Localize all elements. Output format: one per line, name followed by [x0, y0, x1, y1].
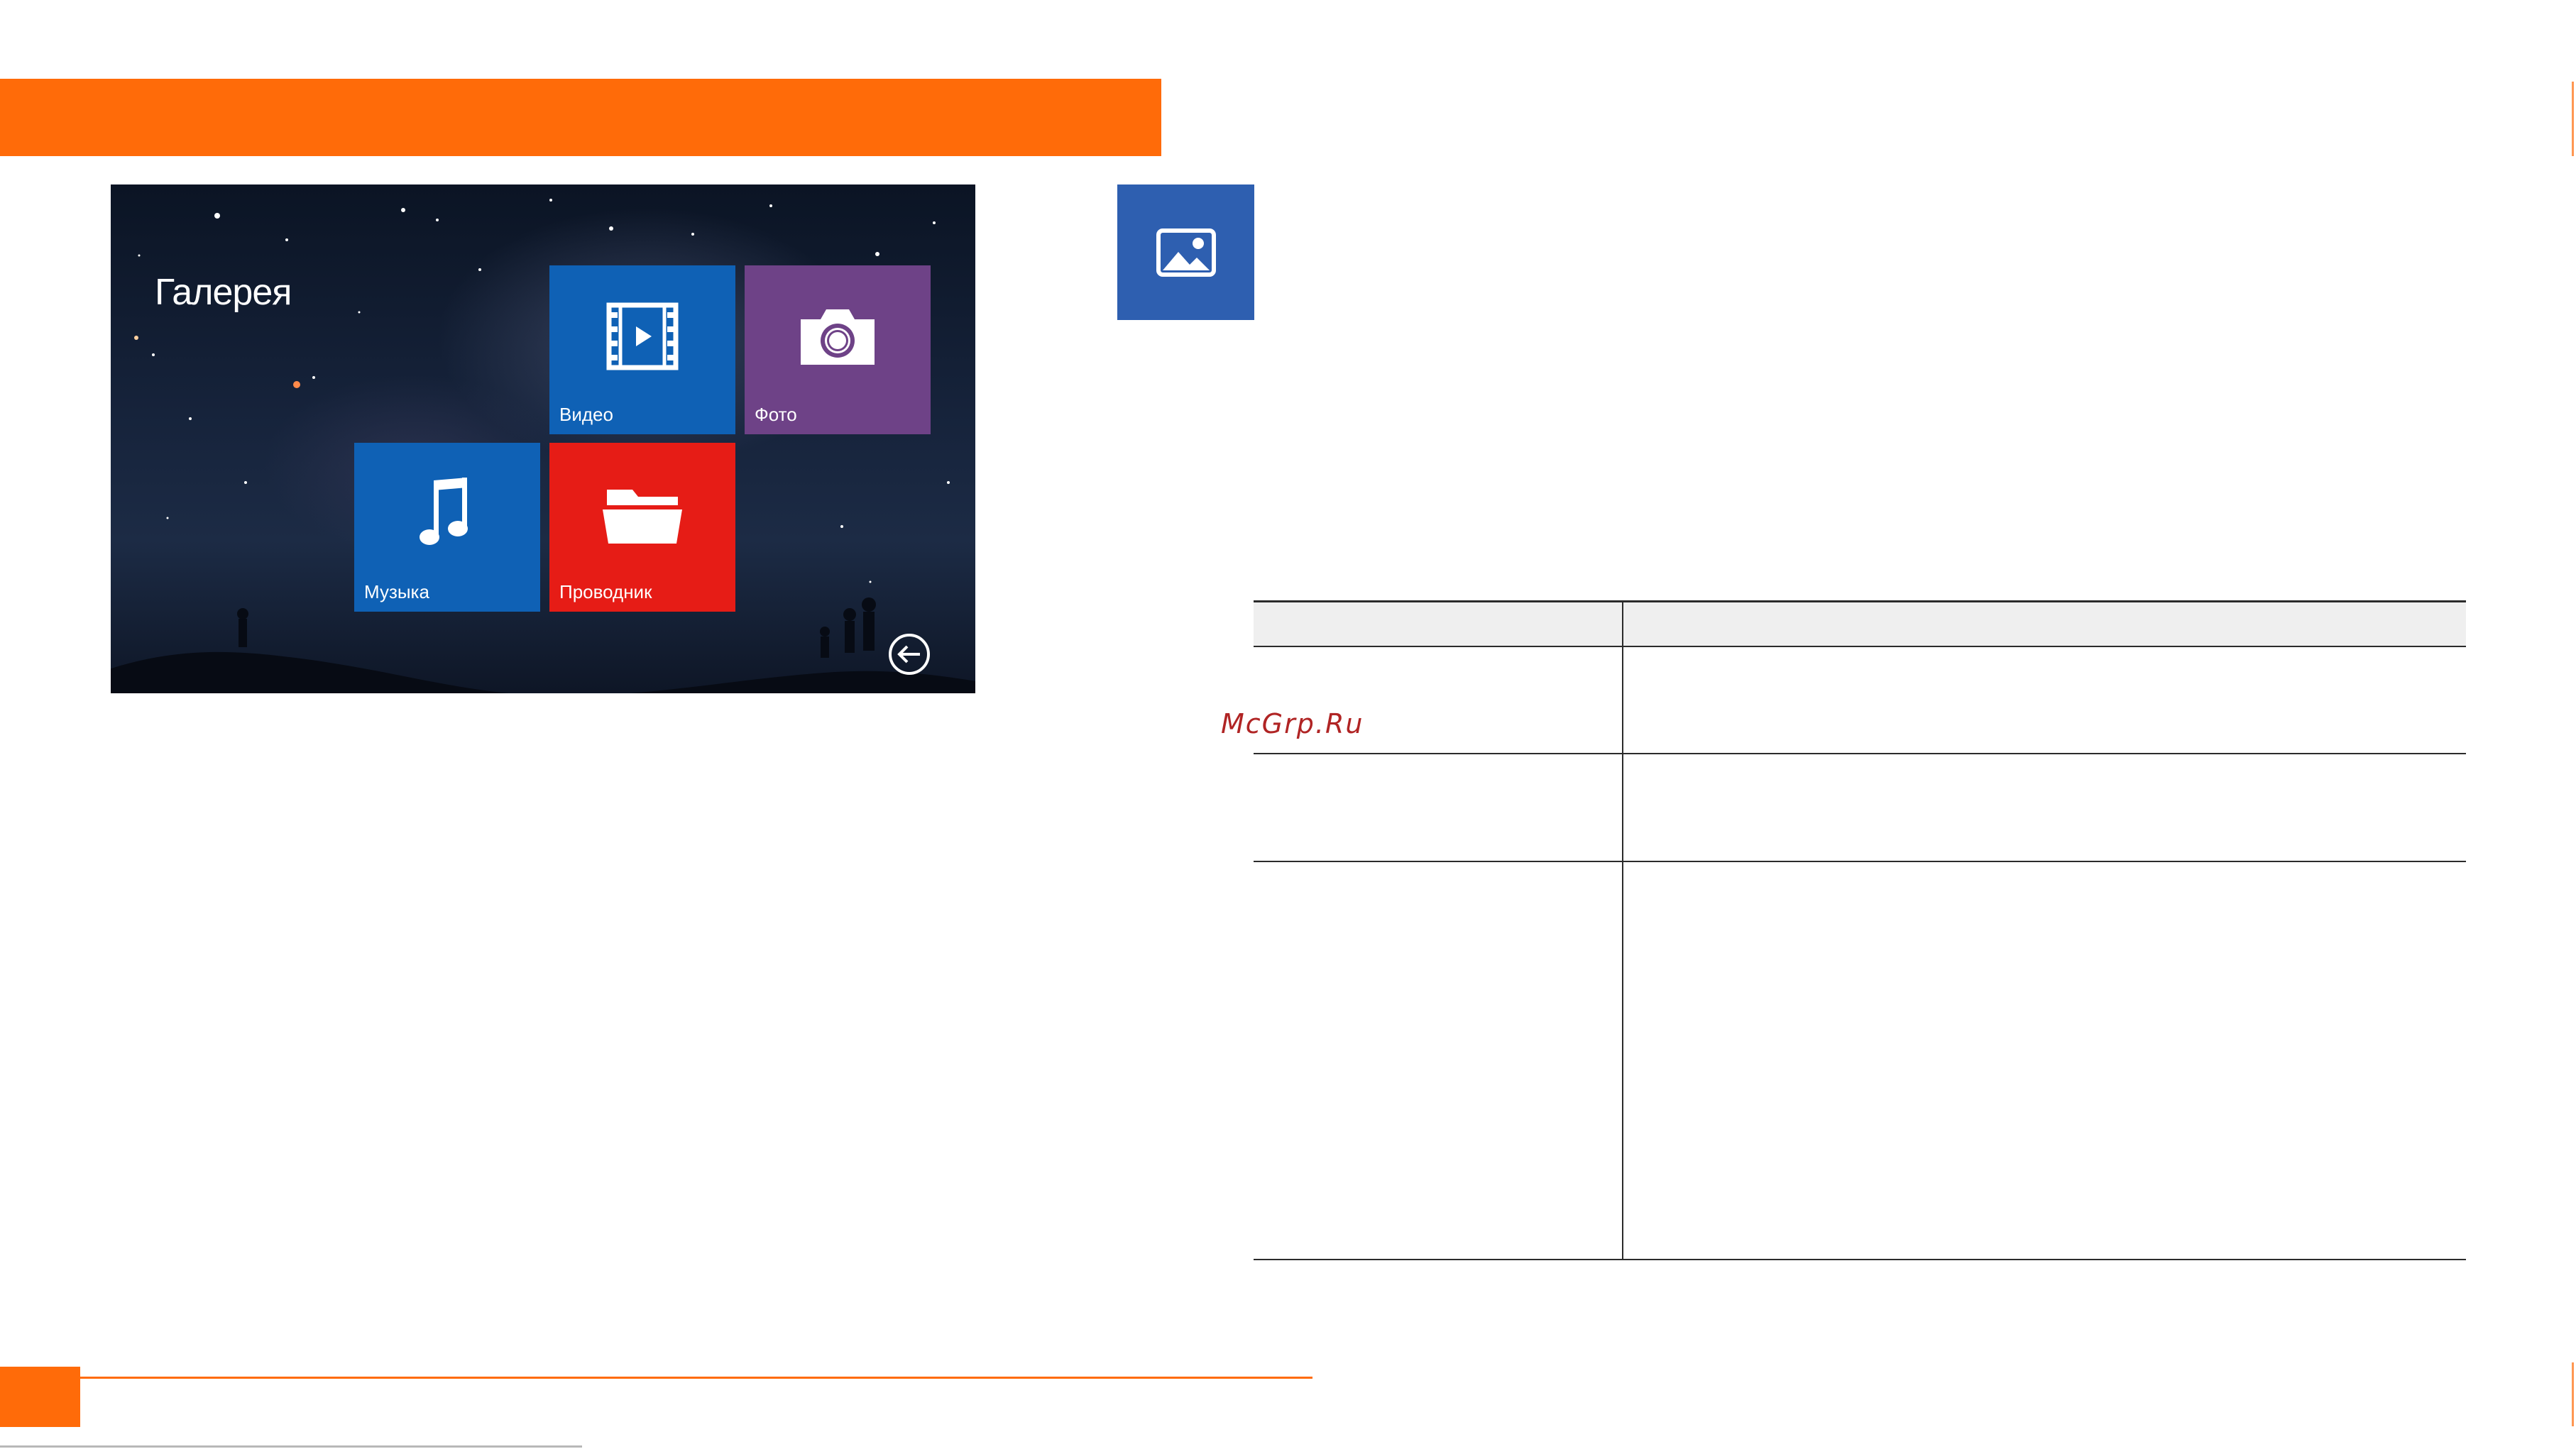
back-arrow-icon[interactable]: [887, 632, 931, 676]
film-icon: [606, 302, 679, 370]
camera-icon: [801, 309, 875, 365]
description-table: [1254, 600, 2466, 1260]
header-accent-bar: [0, 79, 1161, 156]
tile-photo-label: Фото: [755, 404, 797, 425]
music-note-icon: [420, 477, 468, 545]
tile-music-label: Музыка: [364, 581, 429, 602]
tile-explorer-label: Проводник: [559, 581, 652, 602]
tile-music[interactable]: Музыка: [354, 443, 540, 612]
tile-photo[interactable]: Фото: [745, 265, 931, 434]
folder-icon: [603, 489, 682, 544]
silhouette-hill: [111, 597, 975, 693]
watermark: McGrp.Ru: [1221, 708, 1364, 739]
image-icon: [1156, 228, 1216, 277]
table-row: [1254, 754, 2466, 862]
tile-video-label: Видео: [559, 404, 613, 425]
table-column-divider: [1622, 600, 1623, 1260]
gallery-title: Галерея: [155, 272, 292, 313]
edge-marker: [2572, 1362, 2574, 1426]
device-gallery-screen: Галерея Видео Фото Музыка Проводник: [111, 184, 975, 693]
table-header-row: [1254, 600, 2466, 647]
footer-gray-rule: [0, 1445, 582, 1448]
gallery-section-icon-tile: [1117, 184, 1254, 320]
tile-explorer[interactable]: Проводник: [549, 443, 735, 612]
footer-rule: [80, 1377, 1312, 1379]
table-row: [1254, 862, 2466, 1260]
table-row: [1254, 647, 2466, 754]
tile-video[interactable]: Видео: [549, 265, 735, 434]
page-number-box: [0, 1367, 80, 1427]
edge-marker: [2572, 82, 2574, 156]
